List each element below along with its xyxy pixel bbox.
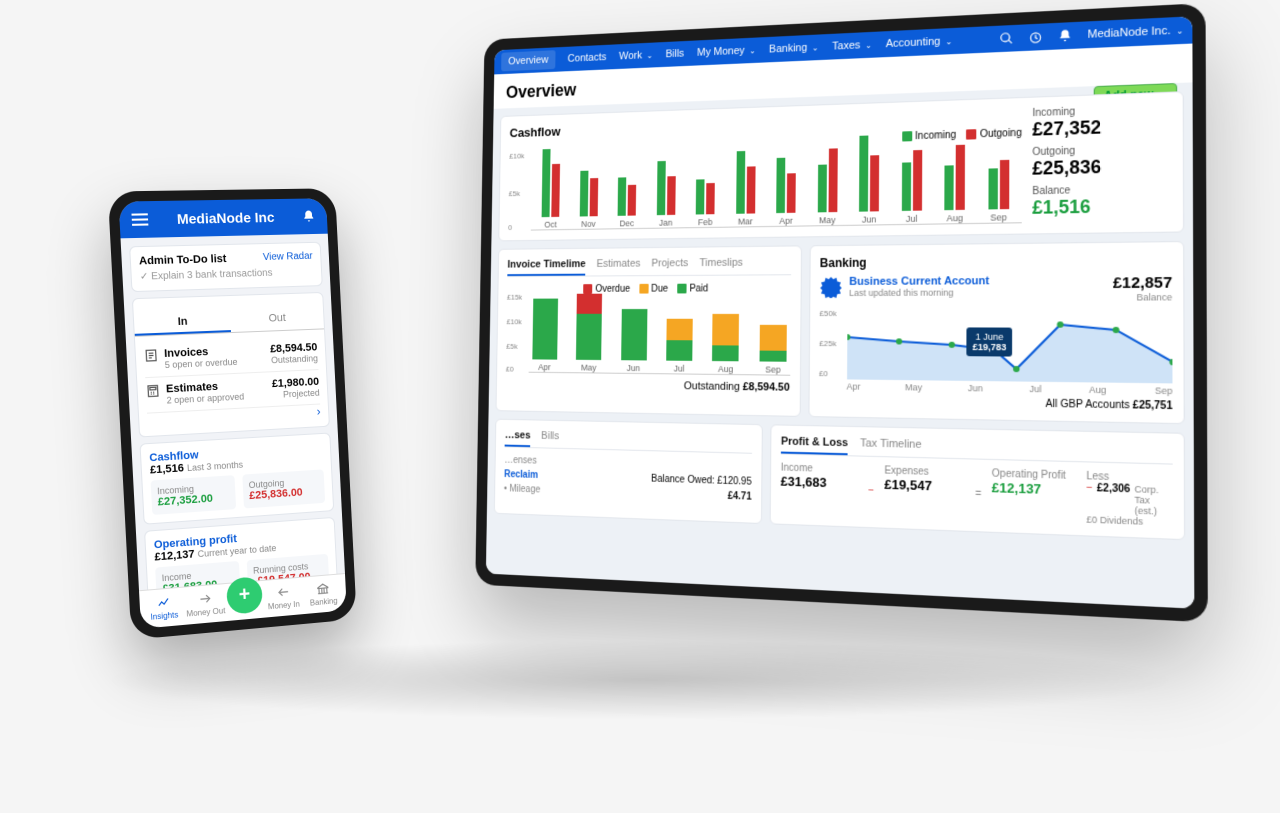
phone-device: MediaNode Inc Admin To-Do list View Rada… xyxy=(108,188,357,640)
ytick: £10k xyxy=(509,152,524,161)
tablet-device: Overview Contacts Work⌄ Bills My Money⌄ … xyxy=(475,3,1208,622)
tab-timeslips[interactable]: Timeslips xyxy=(699,257,743,275)
invoice-card: Invoice Timelime Estimates Projects Time… xyxy=(496,245,802,417)
view-radar-link[interactable]: View Radar xyxy=(263,251,313,264)
banking-title: Banking xyxy=(820,253,1172,270)
tab-tax-timeline[interactable]: Tax Timeline xyxy=(860,437,922,457)
nav-overview[interactable]: Overview xyxy=(501,50,555,71)
cashflow-chart: OctNovDecJanFebMarAprMayJunJulAugSep xyxy=(531,141,1022,230)
search-icon[interactable] xyxy=(999,31,1014,46)
bell-icon[interactable] xyxy=(1058,28,1073,43)
invoice-icon xyxy=(144,348,159,363)
chart-tooltip: 1 June £19,783 xyxy=(966,327,1012,356)
estimate-icon xyxy=(146,384,161,399)
company-menu[interactable]: MediaNode Inc.⌄ xyxy=(1088,24,1184,41)
insights-icon xyxy=(156,595,171,610)
bank-footer: All GBP Accounts £25,751 xyxy=(819,395,1173,412)
invoice-outstanding: Outstanding £8,594.50 xyxy=(506,378,790,394)
todo-card: Admin To-Do list View Radar ✓ Explain 3 … xyxy=(129,242,323,292)
in-out-card: In Out Invoices5 open or overdue £8,594.… xyxy=(132,292,330,438)
tab-invoice-timeline[interactable]: Invoice Timelime xyxy=(507,258,585,276)
phone-title: MediaNode Inc xyxy=(158,209,293,228)
bank-account-link[interactable]: Business Current Account xyxy=(849,275,989,288)
cashflow-stats: Incoming £27,352 Outgoing £25,836 Balanc… xyxy=(1032,103,1172,223)
money-in-icon xyxy=(276,585,290,600)
bank-badge-icon xyxy=(820,276,842,298)
nav-mymoney[interactable]: My Money⌄ xyxy=(697,44,756,58)
nav-taxes[interactable]: Taxes⌄ xyxy=(832,39,872,53)
tab-estimates[interactable]: Estimates xyxy=(596,258,640,276)
banking-sparkline: 1 June £19,783 xyxy=(847,309,1173,383)
tab-in[interactable]: In xyxy=(134,310,231,336)
bank-balance: £12,857 xyxy=(1113,274,1172,292)
stat-outgoing: £25,836 xyxy=(1032,155,1172,180)
tab-pl[interactable]: Profit & Loss xyxy=(781,436,848,456)
nav-bills[interactable]: Bills xyxy=(666,48,685,60)
banking-icon xyxy=(316,581,330,596)
tab-bills[interactable]: Bills xyxy=(541,430,559,448)
nav-insights[interactable]: Insights xyxy=(143,594,184,623)
nav-contacts[interactable]: Contacts xyxy=(568,51,607,64)
menu-icon[interactable] xyxy=(131,213,148,226)
cashflow-card: Cashflow Incoming Outgoing £10k £5k 0 Oc… xyxy=(498,91,1184,241)
ytick: 0 xyxy=(508,223,512,232)
nav-accounting[interactable]: Accounting⌄ xyxy=(886,35,953,50)
expenses-card: …ses Bills …enses Reclaim Balance Owed: … xyxy=(494,419,763,524)
invoice-tabs: Invoice Timelime Estimates Projects Time… xyxy=(507,256,790,277)
nav-moneyin[interactable]: Money In xyxy=(264,584,303,612)
reclaim-link[interactable]: Reclaim xyxy=(504,469,538,481)
phone-screen: MediaNode Inc Admin To-Do list View Rada… xyxy=(119,198,347,629)
nav-banking[interactable]: Banking⌄ xyxy=(769,41,819,55)
money-out-icon xyxy=(198,591,213,606)
stat-incoming: £27,352 xyxy=(1032,115,1171,141)
profit-loss-card: Profit & Loss Tax Timeline Income£31,683… xyxy=(770,424,1186,540)
nav-moneyout[interactable]: Money Out xyxy=(185,590,226,618)
timer-icon[interactable] xyxy=(1029,30,1044,45)
cashflow-summary-card[interactable]: Cashflow £1,516 Last 3 months Incoming£2… xyxy=(139,433,334,525)
phone-header: MediaNode Inc xyxy=(119,198,328,238)
tab-out[interactable]: Out xyxy=(230,307,324,332)
banking-card: Banking Business Current Account Last up… xyxy=(808,241,1185,424)
dashboard-body: Add new⌄ Cashflow Incoming Outgoing £10k… xyxy=(486,82,1194,608)
bell-icon[interactable] xyxy=(302,209,316,223)
ytick: £5k xyxy=(509,189,520,198)
stat-balance: £1,516 xyxy=(1032,195,1172,219)
invoice-chart: AprMayJunJulAugSep xyxy=(529,296,791,376)
tablet-screen: Overview Contacts Work⌄ Bills My Money⌄ … xyxy=(486,16,1194,608)
nav-banking-mobile[interactable]: Banking xyxy=(304,580,343,608)
nav-work[interactable]: Work⌄ xyxy=(619,49,653,62)
tab-expenses[interactable]: …ses xyxy=(505,429,531,447)
tab-projects[interactable]: Projects xyxy=(651,257,688,275)
